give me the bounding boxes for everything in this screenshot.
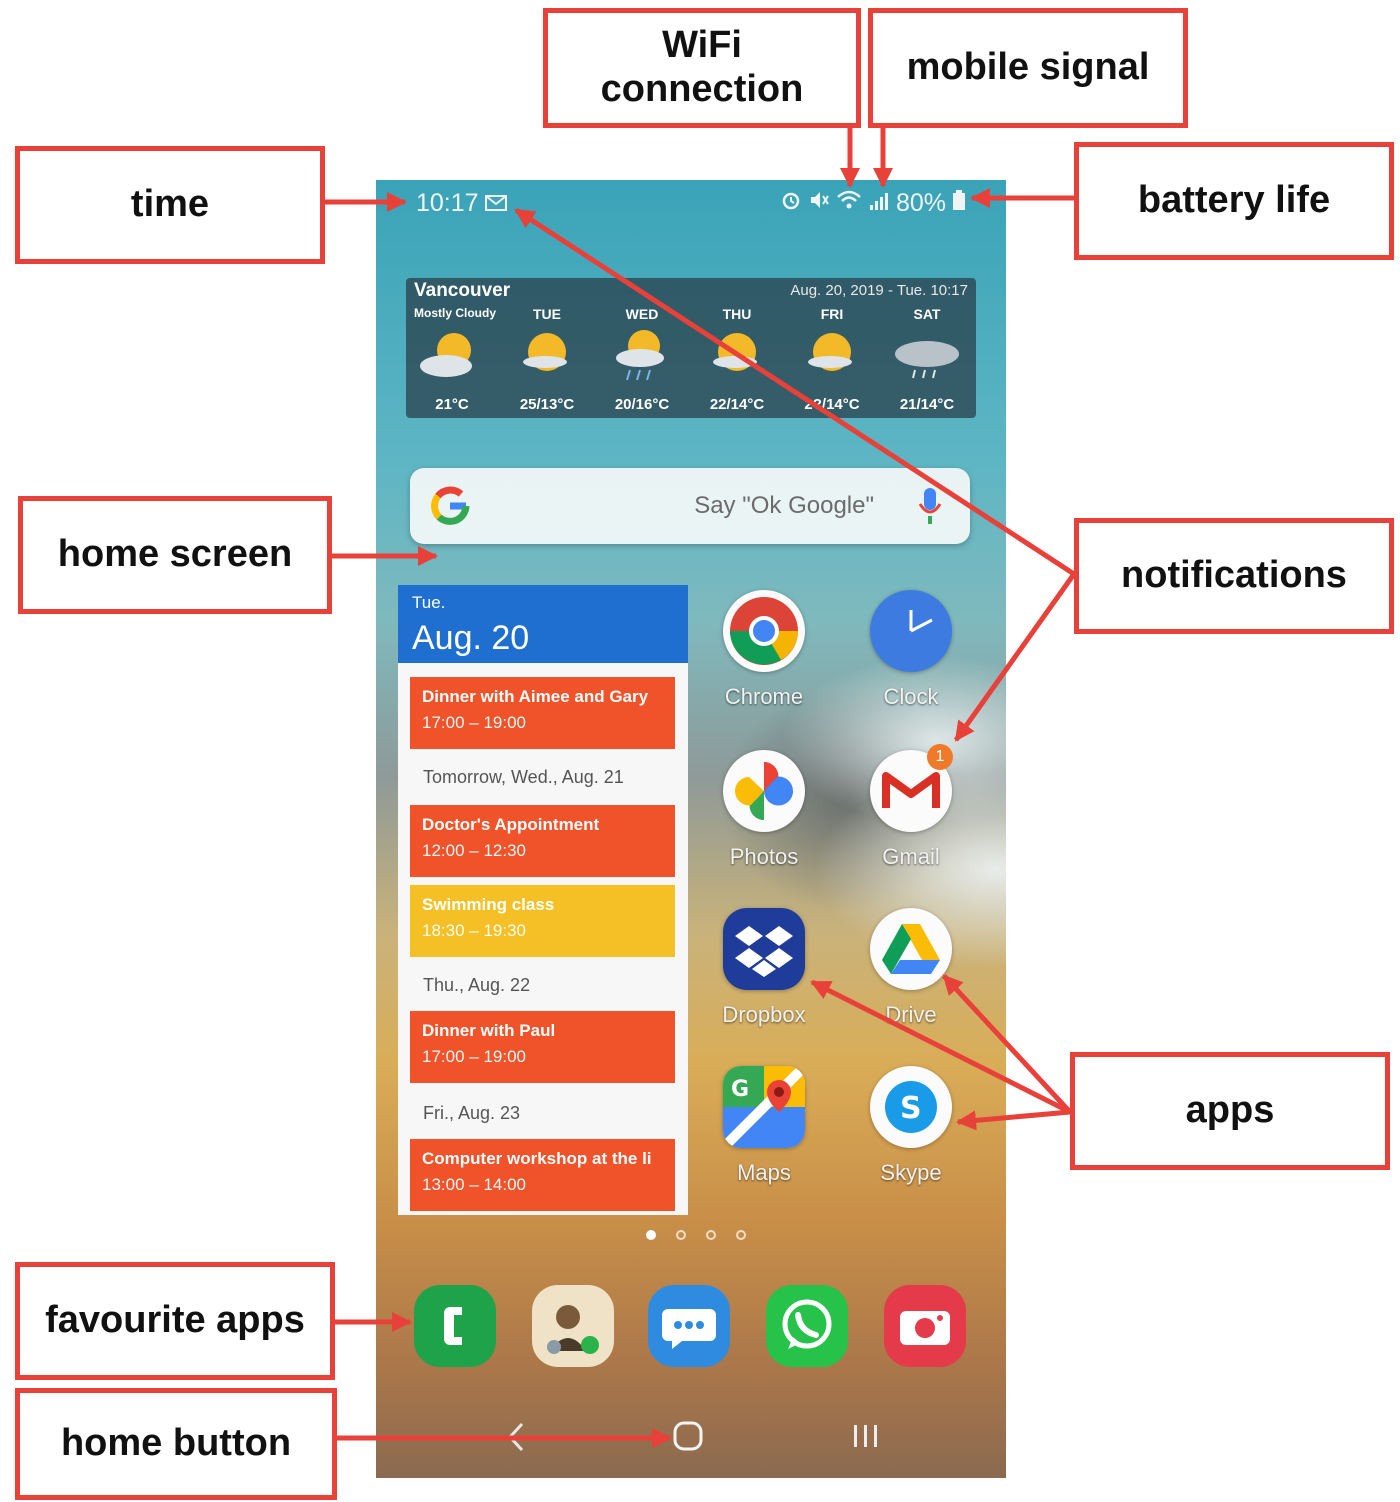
- arrow-apps-dropbox: [810, 979, 1072, 1115]
- arrow-notification-gmail: [953, 572, 1077, 742]
- arrow-apps-skype: [956, 1109, 1071, 1131]
- annotation-arrows: [325, 128, 1077, 1448]
- arrow-apps-drive: [942, 974, 1072, 1114]
- arrow-notification-email: [514, 207, 1076, 577]
